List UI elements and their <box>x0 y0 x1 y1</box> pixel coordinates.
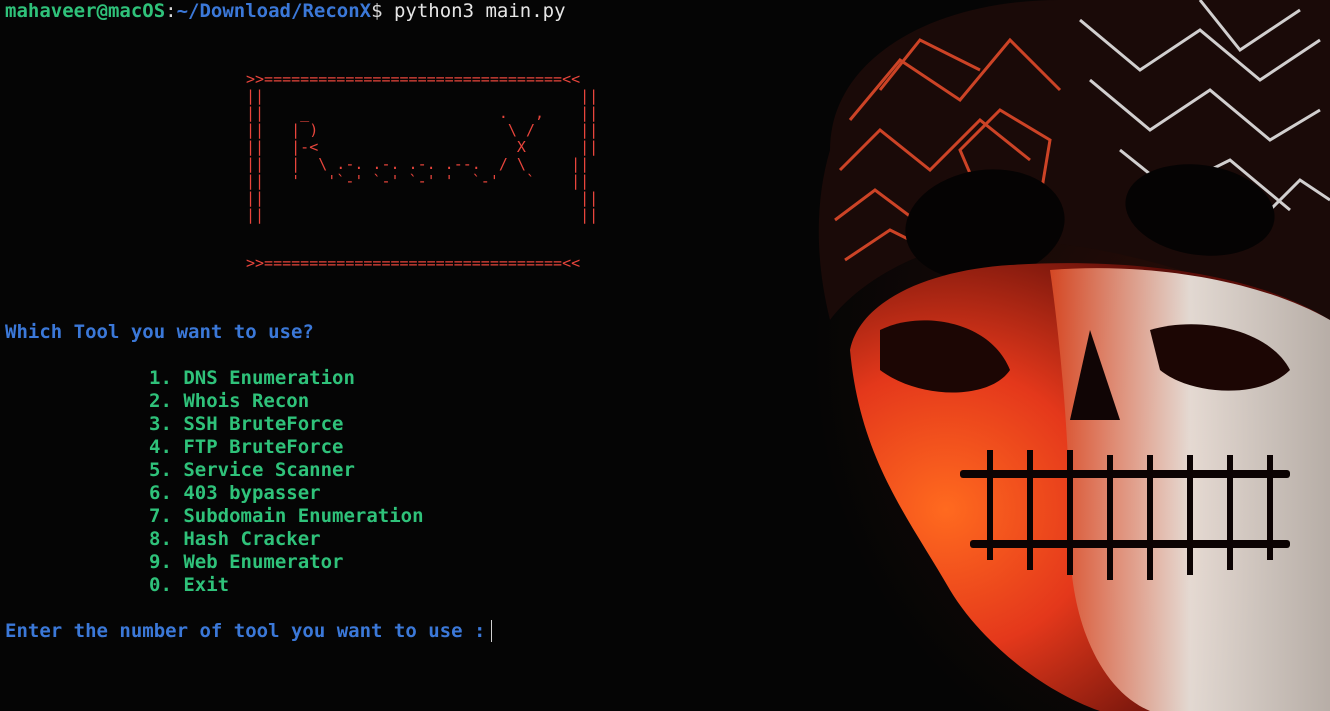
skull-mask-icon <box>700 0 1330 711</box>
reconx-ascii-banner: || || || _ . , || || | ) \ / || || |-< X… <box>246 87 599 224</box>
menu-item-hash-cracker: 8. Hash Cracker <box>149 528 321 550</box>
prompt-path: ~/Download/ReconX <box>176 0 372 22</box>
banner-bottom-border: >>=================================<< <box>246 254 581 272</box>
tool-number-input-line[interactable]: Enter the number of tool you want to use… <box>5 620 493 643</box>
menu-item-exit: 0. Exit <box>149 574 230 596</box>
input-prompt-text: Enter the number of tool you want to use… <box>5 620 486 642</box>
menu-item-ssh-bruteforce: 3. SSH BruteForce <box>149 413 344 435</box>
menu-item-whois-recon: 2. Whois Recon <box>149 390 310 412</box>
menu-item-ftp-bruteforce: 4. FTP BruteForce <box>149 436 344 458</box>
banner-top-border: >>=================================<< <box>246 70 581 88</box>
prompt-dollar: $ <box>371 0 383 22</box>
tool-menu: 1. DNS Enumeration 2. Whois Recon 3. SSH… <box>149 367 424 597</box>
menu-item-web-enumerator: 9. Web Enumerator <box>149 551 344 573</box>
prompt-user-host: mahaveer@macOS <box>5 0 166 22</box>
prompt-command: python3 main.py <box>382 0 566 22</box>
shell-prompt-line: mahaveer@macOS:~/Download/ReconX$ python… <box>5 0 566 23</box>
menu-item-service-scanner: 5. Service Scanner <box>149 459 355 481</box>
text-cursor[interactable] <box>491 620 493 642</box>
prompt-colon: : <box>165 0 177 22</box>
terminal-window[interactable]: mahaveer@macOS:~/Download/ReconX$ python… <box>0 0 1330 711</box>
menu-item-subdomain-enumeration: 7. Subdomain Enumeration <box>149 505 424 527</box>
menu-item-dns-enumeration: 1. DNS Enumeration <box>149 367 355 389</box>
menu-item-403-bypasser: 6. 403 bypasser <box>149 482 321 504</box>
tool-question: Which Tool you want to use? <box>5 321 314 343</box>
